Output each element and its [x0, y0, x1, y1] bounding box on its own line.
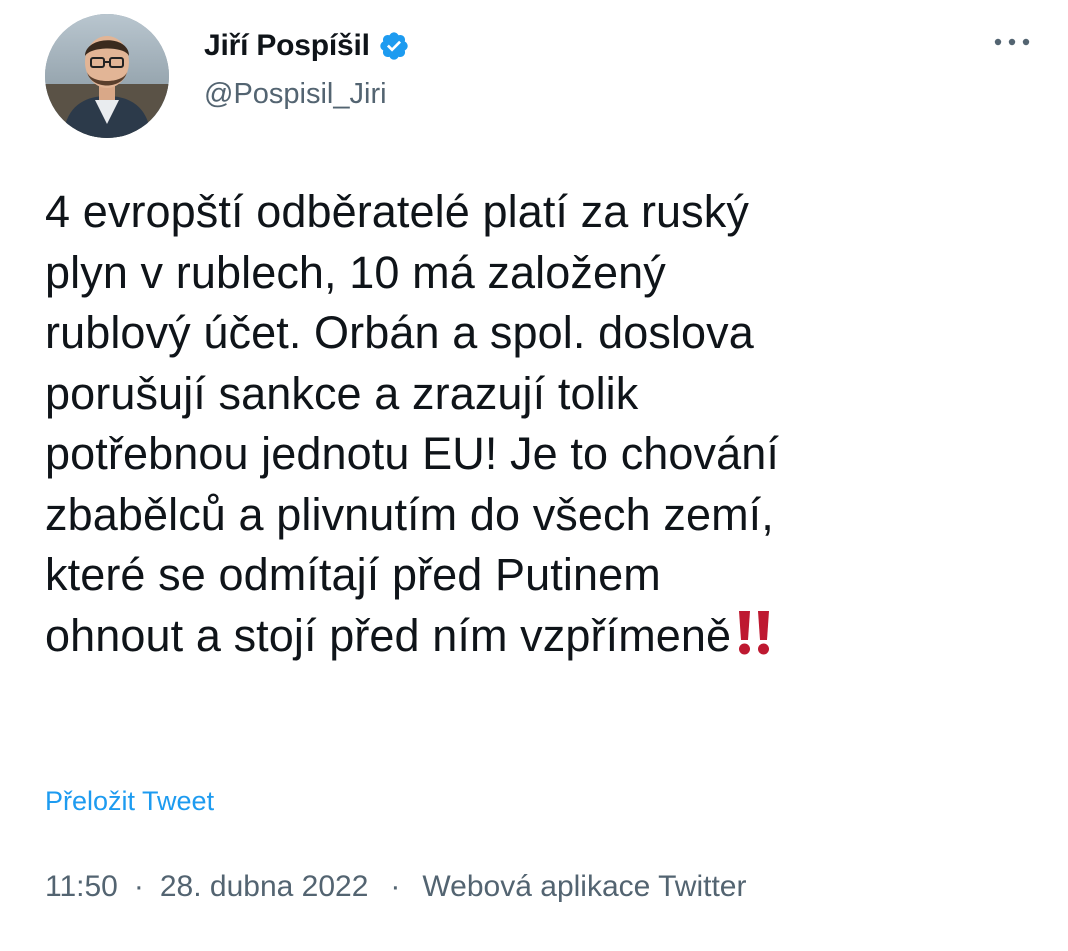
profile-photo-icon	[45, 14, 169, 138]
tweet-time[interactable]: 11:50	[45, 870, 118, 904]
meta-separator: ·	[133, 870, 144, 903]
verified-badge-icon	[378, 30, 410, 62]
tweet-source[interactable]: Webová aplikace Twitter	[422, 870, 746, 904]
author-handle[interactable]: @Pospisil_Jiri	[204, 78, 387, 111]
double-exclamation-icon	[731, 607, 777, 657]
translate-tweet-link[interactable]: Přeložit Tweet	[45, 786, 214, 817]
author-name-row[interactable]: Jiří Pospíšil	[204, 24, 410, 68]
tweet-body: 4 evropští odběratelé platí za ruský ply…	[45, 186, 780, 661]
avatar[interactable]	[45, 14, 169, 138]
tweet-metadata: 11:50 · 28. dubna 2022 · Webová aplikace…	[45, 870, 746, 904]
tweet-text: 4 evropští odběratelé platí za ruský ply…	[45, 182, 1035, 666]
author-display-name[interactable]: Jiří Pospíšil	[204, 29, 370, 63]
tweet-date[interactable]: 28. dubna 2022	[160, 870, 369, 904]
more-options-icon[interactable]	[990, 30, 1034, 54]
meta-separator: ·	[390, 870, 401, 903]
